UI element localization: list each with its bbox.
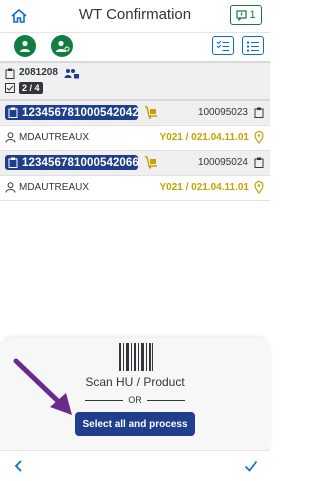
hu-badge: 123456781000542066 [5,155,139,170]
task-progress-badge: 2 / 4 [19,82,43,94]
user-button[interactable] [14,35,36,57]
storage-bin: Y021 / 021.04.11.01 [159,182,249,193]
document-number: 100095024 [197,157,248,168]
storage-bin: Y021 / 021.04.11.01 [159,132,249,143]
users-lock-icon [64,69,79,79]
user-settings-icon [55,40,69,52]
message-icon [236,9,248,21]
user-name: MDAUTREAUX [19,182,90,193]
checklist-icon [216,40,229,51]
hand-truck-icon [145,156,157,169]
or-divider: OR [85,394,185,406]
app-header: WT Confirmation 1 [0,0,270,33]
hand-truck-icon [145,106,157,119]
location-pin-icon [254,181,264,194]
user-icon [20,40,30,52]
user-name: MDAUTREAUX [19,132,90,143]
toolbar [0,33,270,61]
clipboard-icon [8,157,18,168]
list-icon [247,41,259,51]
message-count: 1 [249,9,256,21]
document-number: 100095023 [197,107,248,118]
location-pin-icon [254,131,264,144]
clipboard-icon [8,107,18,118]
user-settings-button[interactable] [51,35,73,57]
warehouse-task-number: 2081208 [19,67,58,78]
clipboard-icon [254,157,264,168]
user-bin-row[interactable]: MDAUTREAUX Y021 / 021.04.11.01 [0,126,270,151]
back-icon[interactable] [12,459,26,473]
person-icon [5,182,16,193]
list-view-button[interactable] [242,36,264,55]
clipboard-icon [5,68,15,79]
person-icon [5,132,16,143]
barcode-icon [119,343,153,371]
hu-badge: 123456781000542042 [5,105,139,120]
hu-number: 123456781000542066 [22,156,139,169]
hu-number: 123456781000542042 [22,106,139,119]
warehouse-task-summary[interactable]: 2081208 2 / 4 [0,63,270,99]
check-icon[interactable] [244,459,258,473]
clipboard-icon [254,107,264,118]
hu-row[interactable]: 123456781000542066 100095024 [0,151,270,176]
footer-bar [0,450,270,481]
user-bin-row[interactable]: MDAUTREAUX Y021 / 021.04.11.01 [0,176,270,201]
select-all-process-button[interactable]: Select all and process [75,412,195,436]
checklist-small-icon [5,83,15,93]
hu-row[interactable]: 123456781000542042 100095023 [0,101,270,126]
select-list-button[interactable] [212,36,234,55]
messages-button[interactable]: 1 [230,5,262,25]
arrow-icon [13,358,72,415]
or-label: OR [128,395,142,405]
